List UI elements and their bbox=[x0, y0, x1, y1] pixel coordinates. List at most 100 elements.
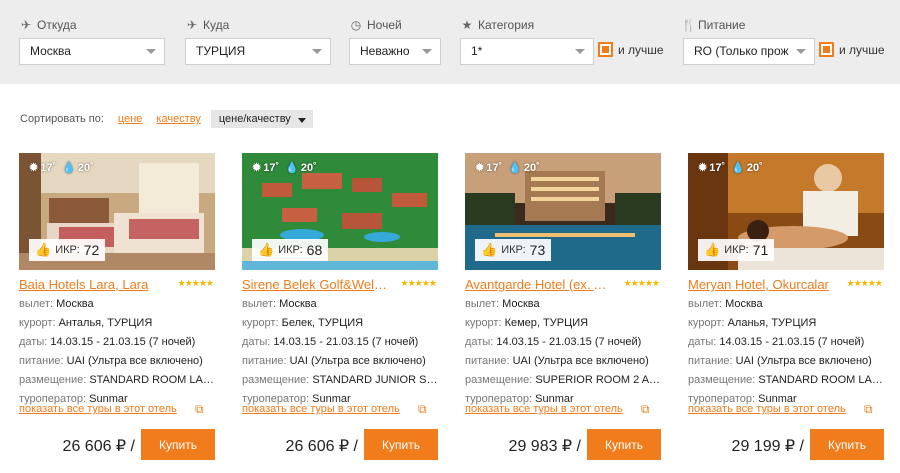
hotel-title-link[interactable]: Baia Hotels Lara, Lara bbox=[19, 277, 164, 292]
external-link-icon[interactable]: ⧉ bbox=[641, 402, 650, 417]
chevron-down-icon bbox=[422, 49, 432, 54]
room-value: STANDARD ROOM LAND VIEW bbox=[89, 374, 215, 386]
dates-key: даты: bbox=[688, 336, 717, 348]
hotel-photo[interactable]: ✹ 17˚ 💧 20˚ 👍 ИКР: 72 bbox=[19, 153, 215, 270]
sort-by-price-quality-select[interactable]: цене/качеству bbox=[210, 110, 313, 128]
hotel-details: вылет: Москва курорт: Кемер, ТУРЦИЯ даты… bbox=[465, 298, 661, 412]
hotel-title-link[interactable]: Avantgarde Hotel (ex. Avantgarde) bbox=[465, 277, 610, 292]
resort-value: Аланья, ТУРЦИЯ bbox=[727, 317, 817, 329]
water-drop-icon: 💧 bbox=[731, 162, 745, 174]
water-temperature: 💧 20˚ bbox=[285, 161, 317, 175]
water-temperature: 💧 20˚ bbox=[731, 161, 763, 175]
all-tours-link[interactable]: показать все туры в этот отель bbox=[688, 403, 846, 415]
water-drop-icon: 💧 bbox=[62, 162, 76, 174]
buy-button[interactable]: Купить bbox=[810, 429, 884, 460]
water-temperature-value: 20˚ bbox=[523, 161, 540, 174]
air-temperature-value: 17˚ bbox=[40, 161, 57, 174]
hotel-title-link[interactable]: Meryan Hotel, Okurcalar bbox=[688, 277, 833, 292]
air-temperature-value: 17˚ bbox=[263, 161, 280, 174]
meal-label-text: Питание bbox=[698, 18, 746, 32]
chevron-down-icon bbox=[297, 118, 306, 123]
hotel-title-link[interactable]: Sirene Belek Golf&Wellness bbox=[242, 277, 387, 292]
weather-info: ✹ 17˚ 💧 20˚ bbox=[252, 161, 317, 175]
hotel-stars: ★★★★★ bbox=[177, 278, 214, 288]
weather-info: ✹ 17˚ 💧 20˚ bbox=[475, 161, 540, 175]
meal-value: UAI (Ультра все включено) bbox=[289, 355, 426, 367]
chevron-down-icon bbox=[575, 49, 585, 54]
departure-value: Москва bbox=[279, 298, 317, 310]
ikr-label: ИКР: bbox=[724, 244, 749, 256]
external-link-icon[interactable]: ⧉ bbox=[864, 402, 873, 417]
meal-label: 🍴 Питание bbox=[681, 18, 745, 32]
meal-select-value: RO (Только прож bbox=[694, 44, 789, 58]
meal-key: питание: bbox=[19, 355, 64, 367]
thumbs-up-icon: 👍 bbox=[35, 242, 52, 257]
departure-key: вылет: bbox=[688, 298, 723, 310]
room-value: STANDARD ROOM LAND VIEW bbox=[758, 374, 884, 386]
sort-by-quality-link[interactable]: качеству bbox=[156, 113, 200, 125]
air-temperature-value: 17˚ bbox=[709, 161, 726, 174]
resort-key: курорт: bbox=[242, 317, 279, 329]
category-label-text: Категория bbox=[478, 18, 535, 32]
ikr-badge: 👍 ИКР: 72 bbox=[29, 239, 106, 261]
hotel-details: вылет: Москва курорт: Анталья, ТУРЦИЯ да… bbox=[19, 298, 215, 412]
room-value: STANDARD JUNIOR SUITE bbox=[312, 374, 438, 386]
departure-key: вылет: bbox=[242, 298, 277, 310]
plane-arrival-icon: ✈ bbox=[186, 18, 198, 32]
room-key: размещение: bbox=[465, 374, 533, 386]
room-key: размещение: bbox=[688, 374, 756, 386]
sort-active-value: цене/качеству bbox=[218, 113, 291, 125]
all-tours-link[interactable]: показать все туры в этот отель bbox=[19, 403, 177, 415]
water-temperature: 💧 20˚ bbox=[508, 161, 540, 175]
buy-button[interactable]: Купить bbox=[141, 429, 215, 460]
sort-by-price-link[interactable]: цене bbox=[118, 113, 143, 125]
meal-or-better-label: и лучше bbox=[839, 43, 885, 57]
hotel-photo[interactable]: ✹ 17˚ 💧 20˚ 👍 ИКР: 73 bbox=[465, 153, 661, 270]
sun-icon: ✹ bbox=[29, 162, 39, 174]
from-label-text: Откуда bbox=[37, 18, 77, 32]
category-select[interactable]: 1* bbox=[460, 38, 594, 65]
category-or-better-checkbox[interactable] bbox=[598, 42, 613, 57]
tour-price: 26 606 ₽ / bbox=[285, 438, 358, 455]
dates-value: 14.03.15 - 21.03.15 (7 ночей) bbox=[50, 336, 196, 348]
sort-label: Сортировать по: bbox=[20, 113, 104, 125]
nights-select[interactable]: Неважно bbox=[349, 38, 441, 65]
chevron-down-icon bbox=[146, 49, 156, 54]
meal-or-better-checkbox[interactable] bbox=[819, 42, 834, 57]
meal-select[interactable]: RO (Только прож bbox=[683, 38, 815, 65]
all-tours-link[interactable]: показать все туры в этот отель bbox=[465, 403, 623, 415]
ikr-value: 73 bbox=[529, 242, 546, 258]
plane-icon: ✈ bbox=[20, 18, 32, 32]
ikr-badge: 👍 ИКР: 71 bbox=[698, 239, 775, 261]
buy-button[interactable]: Купить bbox=[587, 429, 661, 460]
dates-value: 14.03.15 - 21.03.15 (7 ночей) bbox=[719, 336, 865, 348]
buy-button[interactable]: Купить bbox=[364, 429, 438, 460]
to-select-value: ТУРЦИЯ bbox=[196, 44, 246, 58]
chevron-down-icon bbox=[796, 49, 806, 54]
all-tours-link[interactable]: показать все туры в этот отель bbox=[242, 403, 400, 415]
air-temperature: ✹ 17˚ bbox=[475, 161, 503, 175]
to-select[interactable]: ТУРЦИЯ bbox=[185, 38, 331, 65]
from-select[interactable]: Москва bbox=[19, 38, 165, 65]
air-temperature: ✹ 17˚ bbox=[698, 161, 726, 175]
external-link-icon[interactable]: ⧉ bbox=[195, 402, 204, 417]
water-drop-icon: 💧 bbox=[285, 162, 299, 174]
air-temperature: ✹ 17˚ bbox=[252, 161, 280, 175]
hotel-photo[interactable]: ✹ 17˚ 💧 20˚ 👍 ИКР: 68 bbox=[242, 153, 438, 270]
hotel-stars: ★★★★★ bbox=[846, 278, 883, 288]
hotel-photo[interactable]: ✹ 17˚ 💧 20˚ 👍 ИКР: 71 bbox=[688, 153, 884, 270]
departure-value: Москва bbox=[502, 298, 540, 310]
dates-key: даты: bbox=[242, 336, 271, 348]
meal-key: питание: bbox=[465, 355, 510, 367]
hotel-card: ✹ 17˚ 💧 20˚ 👍 ИКР: 72 Baia Hotels Lara, La… bbox=[19, 153, 215, 473]
resort-key: курорт: bbox=[688, 317, 725, 329]
to-label-text: Куда bbox=[203, 18, 230, 32]
thumbs-up-icon: 👍 bbox=[481, 242, 498, 257]
external-link-icon[interactable]: ⧉ bbox=[418, 402, 427, 417]
air-temperature-value: 17˚ bbox=[486, 161, 503, 174]
chevron-down-icon bbox=[312, 49, 322, 54]
hotel-details: вылет: Москва курорт: Белек, ТУРЦИЯ даты… bbox=[242, 298, 438, 412]
room-key: размещение: bbox=[242, 374, 310, 386]
hotel-card: ✹ 17˚ 💧 20˚ 👍 ИКР: 68 Sirene Belek Golf&We… bbox=[242, 153, 438, 473]
ikr-value: 72 bbox=[83, 242, 100, 258]
